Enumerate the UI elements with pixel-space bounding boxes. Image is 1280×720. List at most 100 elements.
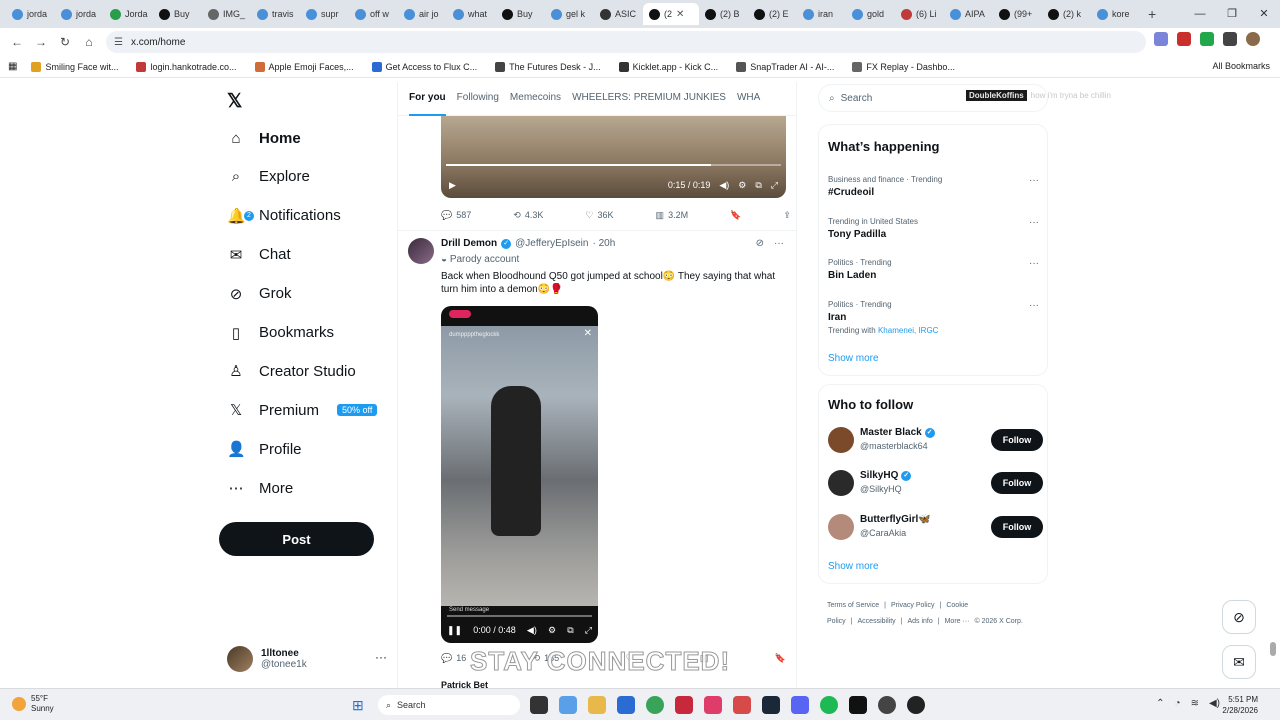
bookmark-button[interactable]: 🔖 <box>730 210 741 221</box>
avatar[interactable] <box>828 427 854 453</box>
windows-start-icon[interactable]: ⊞ <box>352 697 364 714</box>
account-switcher[interactable]: 1lltonee @tonee1k ··· <box>227 642 387 676</box>
repost-button[interactable]: ⟲ 4.3K <box>513 210 543 221</box>
browser-tab[interactable]: gel k <box>545 3 594 25</box>
extension-icon[interactable] <box>1177 32 1191 46</box>
bookmark-item[interactable]: FX Replay - Dashbo... <box>852 61 955 72</box>
spotify-icon[interactable] <box>820 696 838 714</box>
avatar[interactable] <box>828 513 854 540</box>
extension-icon[interactable] <box>1154 32 1168 46</box>
new-tab-button[interactable]: + <box>1140 6 1164 22</box>
feed-tab[interactable]: For you <box>409 82 446 116</box>
restore-button[interactable]: ❐ <box>1216 0 1248 28</box>
taskbar-clock[interactable]: 5:51 PM 2/28/2026 <box>1222 694 1258 716</box>
home-browser-icon[interactable]: ⌂ <box>80 35 98 49</box>
post-button[interactable]: Post <box>219 522 374 556</box>
browser-tab[interactable]: Jorda <box>104 3 153 25</box>
footer-link[interactable]: Privacy Policy <box>891 602 935 609</box>
settings-icon[interactable]: ⚙ <box>738 180 746 191</box>
footer-link[interactable]: More ··· <box>945 618 970 625</box>
more-icon[interactable]: ··· <box>1029 175 1039 186</box>
settings-icon[interactable]: ⚙ <box>548 625 556 636</box>
sidebar-item-bookmarks[interactable]: ▯ Bookmarks <box>219 315 334 351</box>
close-tab-icon[interactable]: ✕ <box>676 9 684 20</box>
browser-tab[interactable]: (2) B <box>699 3 748 25</box>
taskbar-app-icon[interactable] <box>878 696 896 714</box>
browser-tab[interactable]: jorda <box>55 3 104 25</box>
sidebar-item-grok[interactable]: ⊘ Grok <box>219 276 292 312</box>
like-button[interactable]: ♡ 36K <box>585 210 613 221</box>
browser-tab[interactable]: gold <box>846 3 895 25</box>
avatar[interactable] <box>408 238 434 264</box>
fullscreen-icon[interactable]: ⤢ <box>771 180 778 191</box>
back-icon[interactable]: ← <box>8 35 26 49</box>
browser-tab[interactable]: off w <box>349 3 398 25</box>
minimize-button[interactable]: — <box>1184 0 1216 28</box>
trend-with-items[interactable]: Khamenei, IRGC <box>878 326 938 335</box>
browser-tab[interactable]: air jo <box>398 3 447 25</box>
feed-tab[interactable]: WHEELERS: PREMIUM JUNKIES <box>572 82 726 116</box>
follow-button[interactable]: Follow <box>991 429 1043 451</box>
volume-icon[interactable]: ◀) <box>527 625 537 636</box>
taskbar-app-icon[interactable] <box>675 696 693 714</box>
sidebar-item-more[interactable]: ⋯ More <box>219 470 294 506</box>
avatar[interactable] <box>828 470 854 497</box>
follow-suggestion[interactable]: SilkyHQ ✓ @SilkyHQ Follow <box>828 470 1043 500</box>
browser-tab[interactable]: Buy <box>496 3 545 25</box>
bookmark-button[interactable]: 🔖 <box>775 653 786 664</box>
x-logo-icon[interactable]: 𝕏 <box>227 90 242 113</box>
views-button[interactable]: ▥ 3.2M <box>656 210 689 221</box>
apps-icon[interactable]: ▦ <box>8 61 17 72</box>
video-progress-bar[interactable] <box>446 164 781 166</box>
chevron-up-icon[interactable]: ⌃ <box>1156 698 1164 709</box>
taskbar-app-icon[interactable] <box>617 696 635 714</box>
bookmark-item[interactable]: SnapTrader AI - AI-... <box>736 61 834 72</box>
extension-icon[interactable] <box>1200 32 1214 46</box>
grok-icon[interactable]: ⊘ <box>756 238 764 249</box>
bookmark-item[interactable]: Smiling Face wit... <box>31 61 118 72</box>
address-bar[interactable]: ☰ x.com/home <box>106 31 1146 53</box>
browser-tab[interactable]: iran <box>797 3 846 25</box>
feed-tab[interactable]: Memecoins <box>510 82 561 116</box>
video-player[interactable]: dumpppptheglockk ✕ Send message ❚❚ 0:00 … <box>441 306 598 643</box>
browser-tab[interactable]: Buy <box>153 3 202 25</box>
share-button[interactable]: ⇪ <box>783 210 791 221</box>
browser-tab[interactable]: supr <box>300 3 349 25</box>
browser-tab[interactable]: (2) E <box>748 3 797 25</box>
author-name[interactable]: Drill Demon <box>441 238 497 249</box>
sidebar-item-explore[interactable]: ⌕ Explore <box>219 159 310 195</box>
steam-icon[interactable] <box>762 696 780 714</box>
fullscreen-icon[interactable]: ⤢ <box>585 625 592 636</box>
follow-button[interactable]: Follow <box>991 515 1043 538</box>
chrome-icon[interactable] <box>646 696 664 714</box>
sidebar-item-profile[interactable]: 👤 Profile <box>219 431 302 467</box>
bookmark-item[interactable]: Apple Emoji Faces,... <box>254 61 354 72</box>
forward-icon[interactable]: → <box>32 35 50 49</box>
video-progress-bar[interactable] <box>447 615 592 617</box>
sidebar-item-creator-studio[interactable]: ♙ Creator Studio <box>219 353 355 389</box>
more-icon[interactable]: ··· <box>1029 217 1039 228</box>
sidebar-item-premium[interactable]: 𝕏 Premium 50% off <box>219 392 378 428</box>
sidebar-item-chat[interactable]: ✉ Chat <box>219 237 291 273</box>
network-icon[interactable]: ◔ <box>1175 698 1181 709</box>
taskbar-app-icon[interactable] <box>530 696 548 714</box>
trend-item[interactable]: Politics · Trending Iran Trending with Kha… <box>828 300 1043 335</box>
show-more-link[interactable]: Show more <box>828 353 879 364</box>
pip-icon[interactable]: ⧉ <box>567 625 573 636</box>
volume-icon[interactable]: ◀) <box>719 180 729 191</box>
feed-tab[interactable]: Following <box>457 82 499 116</box>
messages-float-button[interactable]: ✉ <box>1222 645 1256 679</box>
taskbar-app-icon[interactable] <box>588 696 606 714</box>
browser-tab[interactable]: (2 ✕ <box>643 3 699 25</box>
weather-widget[interactable]: 55°F Sunny <box>12 694 54 714</box>
browser-tab[interactable]: AIPA <box>944 3 993 25</box>
wifi-icon[interactable]: ≋ <box>1191 698 1199 709</box>
site-info-icon[interactable]: ☰ <box>114 37 123 48</box>
more-icon[interactable]: ··· <box>1029 300 1039 311</box>
browser-tab[interactable]: (2) k <box>1042 3 1091 25</box>
grok-float-button[interactable]: ⊘ <box>1222 600 1256 634</box>
bookmark-item[interactable]: login.hankotrade.co... <box>136 61 237 72</box>
extension-icon[interactable] <box>1223 32 1237 46</box>
browser-tab[interactable]: travis <box>251 3 300 25</box>
browser-tab[interactable]: what <box>447 3 496 25</box>
